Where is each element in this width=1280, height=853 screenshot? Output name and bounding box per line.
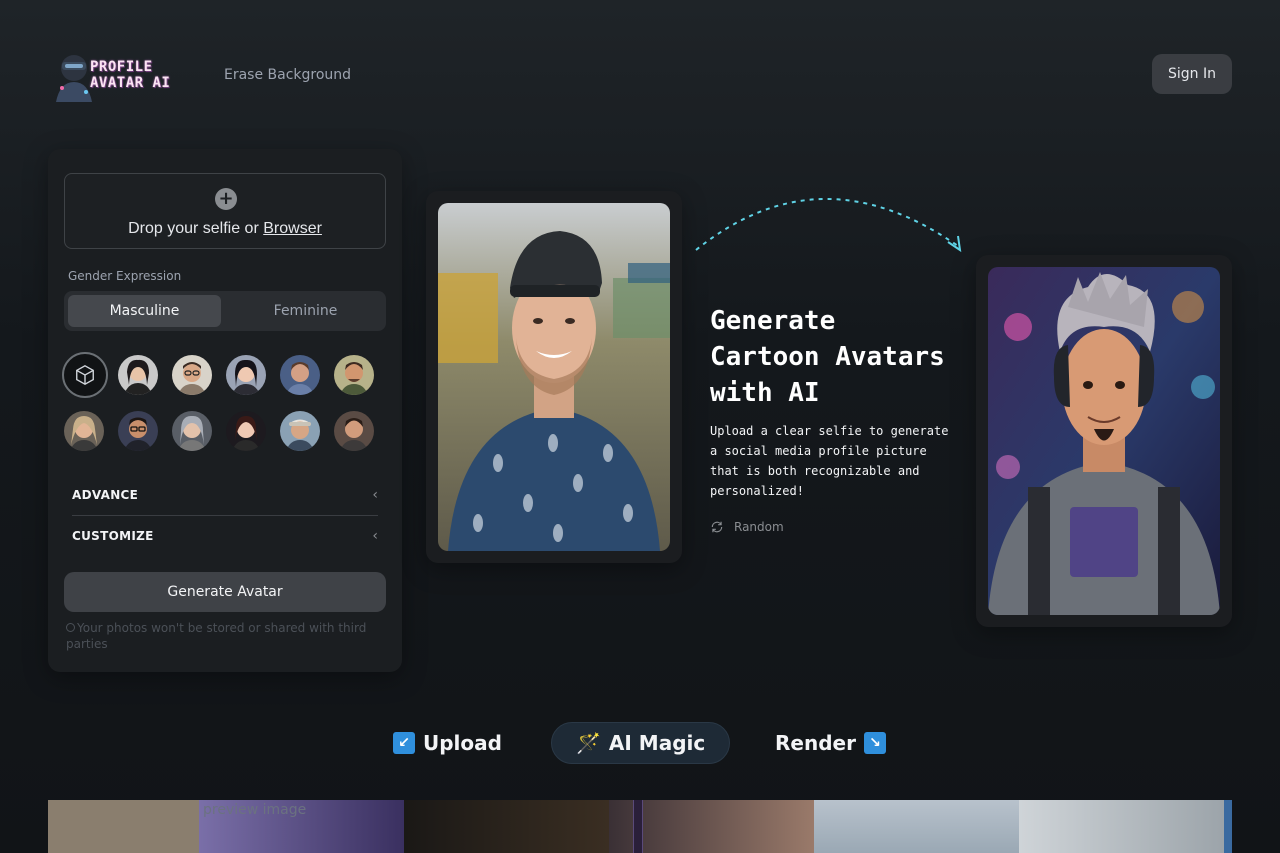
logo-avatar-icon — [52, 48, 98, 102]
process-steps: ↙ Upload 🪄 AI Magic Render ↘ — [0, 722, 1280, 764]
step-upload[interactable]: ↙ Upload — [393, 722, 502, 764]
style-preset-10[interactable] — [280, 411, 320, 451]
advance-accordion[interactable]: ADVANCE ‹ — [72, 475, 378, 515]
plus-circle-icon: + — [215, 188, 237, 210]
selfie-photo — [438, 203, 670, 551]
privacy-note: Your photos won't be stored or shared wi… — [66, 620, 386, 652]
logo-line-2: AVATAR AI — [90, 75, 171, 91]
input-photo-card — [426, 191, 682, 563]
style-preset-8[interactable] — [172, 411, 212, 451]
step-render[interactable]: Render ↘ — [775, 722, 886, 764]
style-preset-7[interactable] — [118, 411, 158, 451]
random-label: Random — [734, 520, 784, 534]
dropzone-label: Drop your selfie or — [128, 220, 264, 237]
generate-avatar-button[interactable]: Generate Avatar — [64, 572, 386, 612]
dropzone-text: Drop your selfie or Browser — [65, 220, 385, 238]
magic-wand-icon: 🪄 — [576, 731, 601, 755]
cube-icon — [76, 365, 94, 385]
style-preset-2[interactable] — [172, 355, 212, 395]
refresh-icon — [711, 521, 723, 533]
style-preset-11[interactable] — [334, 411, 374, 451]
logo-line-1: PROFILE — [90, 59, 153, 75]
style-preset-3d[interactable] — [62, 352, 108, 398]
hero-description: Upload a clear selfie to generate a soci… — [710, 424, 949, 498]
gender-toggle: Masculine Feminine — [64, 291, 386, 331]
chevron-left-icon: ‹ — [372, 487, 378, 503]
customize-label: CUSTOMIZE — [72, 529, 154, 543]
random-button[interactable]: Random — [710, 520, 784, 534]
gallery-item[interactable] — [404, 800, 609, 853]
step-ai-magic-label: AI Magic — [608, 731, 706, 755]
header: PROFILE AVATAR AI Erase Background Sign … — [48, 40, 1232, 110]
gallery-item[interactable]: preview image — [199, 800, 404, 853]
style-preset-9[interactable] — [226, 411, 266, 451]
output-avatar-card — [976, 255, 1232, 627]
step-upload-label: Upload — [423, 731, 502, 755]
gallery-item[interactable] — [1019, 800, 1232, 853]
arrow-down-left-icon: ↙ — [393, 732, 415, 754]
advance-label: ADVANCE — [72, 488, 139, 502]
sign-in-button[interactable]: Sign In — [1152, 54, 1232, 94]
gallery-item[interactable] — [814, 800, 1019, 853]
style-preset-3[interactable] — [226, 355, 266, 395]
gender-expression-label: Gender Expression — [68, 269, 182, 283]
gallery-item[interactable] — [609, 800, 814, 853]
transform-arrow-icon — [695, 198, 962, 253]
gender-feminine-button[interactable]: Feminine — [229, 295, 382, 327]
preview-gallery: preview image — [48, 800, 1232, 853]
customize-accordion[interactable]: CUSTOMIZE ‹ — [72, 516, 378, 556]
style-preset-6[interactable] — [64, 411, 104, 451]
gallery-edge — [1224, 800, 1232, 853]
step-render-label: Render — [775, 731, 856, 755]
logo-text: PROFILE AVATAR AI — [90, 59, 170, 91]
logo[interactable]: PROFILE AVATAR AI — [52, 47, 192, 103]
nav-erase-background[interactable]: Erase Background — [224, 67, 351, 83]
gallery-item[interactable] — [48, 800, 199, 853]
broken-image-alt: preview image — [203, 802, 307, 818]
step-ai-magic[interactable]: 🪄 AI Magic — [551, 722, 731, 764]
privacy-text: Your photos won't be stored or shared wi… — [66, 621, 367, 651]
selfie-dropzone[interactable]: + Drop your selfie or Browser — [64, 173, 386, 249]
generator-panel: + Drop your selfie or Browser Gender Exp… — [48, 149, 402, 672]
check-circle-icon — [66, 623, 75, 632]
browse-link[interactable]: Browser — [263, 220, 322, 237]
arrow-down-right-icon: ↘ — [863, 732, 886, 754]
cartoon-avatar-image — [988, 267, 1220, 615]
style-preset-1[interactable] — [118, 355, 158, 395]
style-preset-4[interactable] — [280, 355, 320, 395]
hero-title: Generate Cartoon Avatars with AI — [710, 306, 945, 408]
style-preset-5[interactable] — [334, 355, 374, 395]
chevron-left-icon: ‹ — [372, 528, 378, 544]
gallery-divider-handle[interactable] — [633, 800, 643, 853]
gender-masculine-button[interactable]: Masculine — [68, 295, 221, 327]
